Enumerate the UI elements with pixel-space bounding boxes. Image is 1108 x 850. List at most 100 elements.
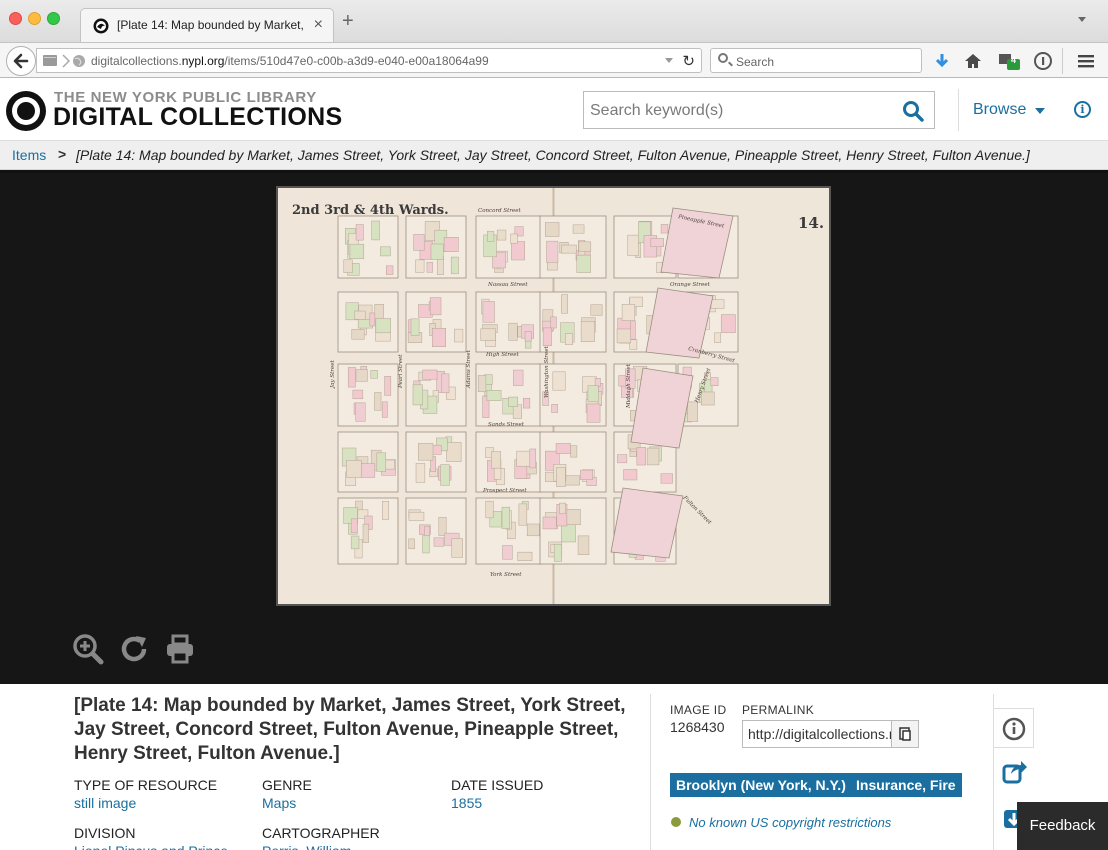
subject-tag-insurance-fire[interactable]: Insurance, Fire bbox=[850, 773, 962, 797]
back-arrow-icon bbox=[13, 53, 29, 69]
date-issued-link[interactable]: 1855 bbox=[451, 795, 482, 811]
permalink-field[interactable]: http://digitalcollections.nypl.org/items… bbox=[742, 720, 892, 748]
building-lot bbox=[375, 318, 392, 334]
rotate-icon[interactable] bbox=[118, 633, 150, 665]
info-circle-icon bbox=[1002, 717, 1026, 741]
building-lot bbox=[382, 501, 389, 520]
back-button[interactable] bbox=[6, 46, 36, 76]
breadcrumb-items-link[interactable]: Items bbox=[12, 147, 46, 163]
building-lot bbox=[446, 442, 462, 462]
type-of-resource-link[interactable]: still image bbox=[74, 795, 136, 811]
building-lot bbox=[410, 318, 420, 336]
feedback-button[interactable]: Feedback bbox=[1017, 802, 1108, 850]
building-lot bbox=[544, 222, 560, 237]
building-lot bbox=[496, 229, 507, 241]
genre-label: GENRE bbox=[262, 777, 312, 793]
street-label: Jay Street bbox=[330, 360, 336, 389]
building-lot bbox=[376, 452, 387, 472]
site-search-box[interactable]: Search keyword(s) bbox=[583, 91, 935, 129]
details-divider bbox=[650, 694, 651, 850]
map-image-frame[interactable]: 2nd 3rd & 4th Wards. 14. Concord Street N… bbox=[276, 186, 831, 606]
minimize-window-button[interactable] bbox=[28, 12, 41, 25]
building-lot bbox=[477, 375, 487, 393]
image-viewer[interactable]: 2nd 3rd & 4th Wards. 14. Concord Street N… bbox=[0, 170, 1108, 684]
building-lot bbox=[429, 297, 442, 316]
nypl-lion-logo-icon[interactable] bbox=[6, 91, 46, 131]
rights-statement-link[interactable]: No known US copyright restrictions bbox=[689, 815, 891, 830]
building-lot bbox=[714, 332, 721, 343]
subject-tag-brooklyn[interactable]: Brooklyn (New York, N.Y.) bbox=[670, 773, 852, 797]
item-title: [Plate 14: Map bounded by Market, James … bbox=[74, 695, 626, 764]
building-lot bbox=[617, 454, 628, 464]
breadcrumb-separator: > bbox=[58, 146, 67, 162]
zoom-window-button[interactable] bbox=[47, 12, 60, 25]
tab-list-chevron-icon[interactable] bbox=[1078, 17, 1086, 22]
info-icon[interactable]: i bbox=[1074, 101, 1091, 118]
building-lot bbox=[529, 448, 537, 469]
plate-number: 14. bbox=[798, 214, 824, 232]
close-window-button[interactable] bbox=[9, 12, 22, 25]
map-image[interactable]: 2nd 3rd & 4th Wards. 14. Concord Street N… bbox=[278, 188, 829, 604]
building-lot bbox=[355, 369, 368, 382]
building-lot bbox=[570, 445, 578, 458]
logo-digital-collections[interactable]: DIGITAL COLLECTIONS bbox=[53, 103, 343, 132]
extension-badge-icon[interactable]: 4 bbox=[998, 51, 1022, 71]
toolbar-divider bbox=[1062, 48, 1063, 74]
share-tab-button[interactable] bbox=[994, 752, 1034, 792]
copy-permalink-button[interactable] bbox=[891, 720, 919, 748]
print-icon[interactable] bbox=[164, 633, 196, 665]
building-lot bbox=[384, 376, 392, 396]
download-icon[interactable] bbox=[932, 51, 952, 71]
building-lot bbox=[413, 234, 425, 251]
url-text[interactable]: digitalcollections.nypl.org/items/510d47… bbox=[91, 54, 489, 68]
building-lot bbox=[561, 244, 577, 254]
browse-menu-button[interactable]: Browse bbox=[973, 101, 1026, 119]
extension-badge-count: 4 bbox=[1011, 55, 1017, 65]
item-details: [Plate 14: Map bounded by Market, James … bbox=[0, 684, 1108, 850]
division-link[interactable]: Lionel Pincus and Prince... bbox=[74, 843, 240, 850]
caret-down-icon[interactable] bbox=[1035, 108, 1045, 114]
browser-tab[interactable]: [Plate 14: Map bounded by Market, ... × bbox=[80, 8, 334, 42]
browser-search-field[interactable]: Search bbox=[710, 48, 922, 73]
url-dropdown-chevron-icon[interactable] bbox=[665, 58, 673, 63]
building-lot bbox=[516, 450, 531, 467]
building-lot bbox=[552, 371, 566, 391]
site-search-input[interactable]: Search keyword(s) bbox=[590, 102, 723, 120]
new-tab-button[interactable]: + bbox=[342, 11, 354, 31]
building-lot bbox=[440, 464, 450, 486]
building-lot bbox=[360, 463, 376, 478]
building-lot bbox=[355, 224, 364, 241]
tab-close-icon[interactable]: × bbox=[314, 16, 323, 34]
building-lot bbox=[546, 240, 559, 263]
home-icon[interactable] bbox=[963, 51, 983, 71]
building-lot bbox=[542, 516, 557, 530]
reader-info-icon[interactable] bbox=[1033, 51, 1053, 71]
clipboard-icon bbox=[899, 727, 911, 741]
building-lot bbox=[508, 322, 518, 341]
url-domain: nypl.org bbox=[181, 54, 225, 68]
building-lot bbox=[636, 447, 646, 466]
building-lot bbox=[417, 443, 434, 461]
hamburger-menu-icon[interactable] bbox=[1076, 51, 1096, 71]
building-lot bbox=[501, 506, 510, 529]
browser-navbar: digitalcollections.nypl.org/items/510d47… bbox=[0, 42, 1108, 78]
building-lot bbox=[374, 392, 382, 411]
image-id-value: 1268430 bbox=[670, 719, 725, 735]
reload-icon[interactable]: ↻ bbox=[682, 52, 695, 70]
building-lot bbox=[354, 310, 366, 320]
history-icon[interactable] bbox=[43, 54, 57, 67]
date-issued-label: DATE ISSUED bbox=[451, 777, 544, 793]
about-tab-button[interactable] bbox=[994, 708, 1034, 748]
share-icon bbox=[1002, 761, 1027, 784]
building-lot bbox=[576, 254, 591, 273]
zoom-in-icon[interactable] bbox=[72, 633, 104, 665]
url-bar[interactable]: digitalcollections.nypl.org/items/510d47… bbox=[36, 48, 702, 73]
street-label: Adams Street bbox=[466, 349, 472, 389]
search-icon[interactable] bbox=[902, 100, 924, 122]
genre-link[interactable]: Maps bbox=[262, 795, 296, 811]
url-path: /items/510d47e0-c00b-a3d9-e040-e00a18064… bbox=[224, 54, 489, 68]
building-lot bbox=[565, 333, 573, 345]
browser-titlebar: [Plate 14: Map bounded by Market, ... × … bbox=[0, 0, 1108, 42]
street-label: York Street bbox=[490, 572, 522, 578]
cartographer-link[interactable]: Perris, William bbox=[262, 843, 351, 850]
